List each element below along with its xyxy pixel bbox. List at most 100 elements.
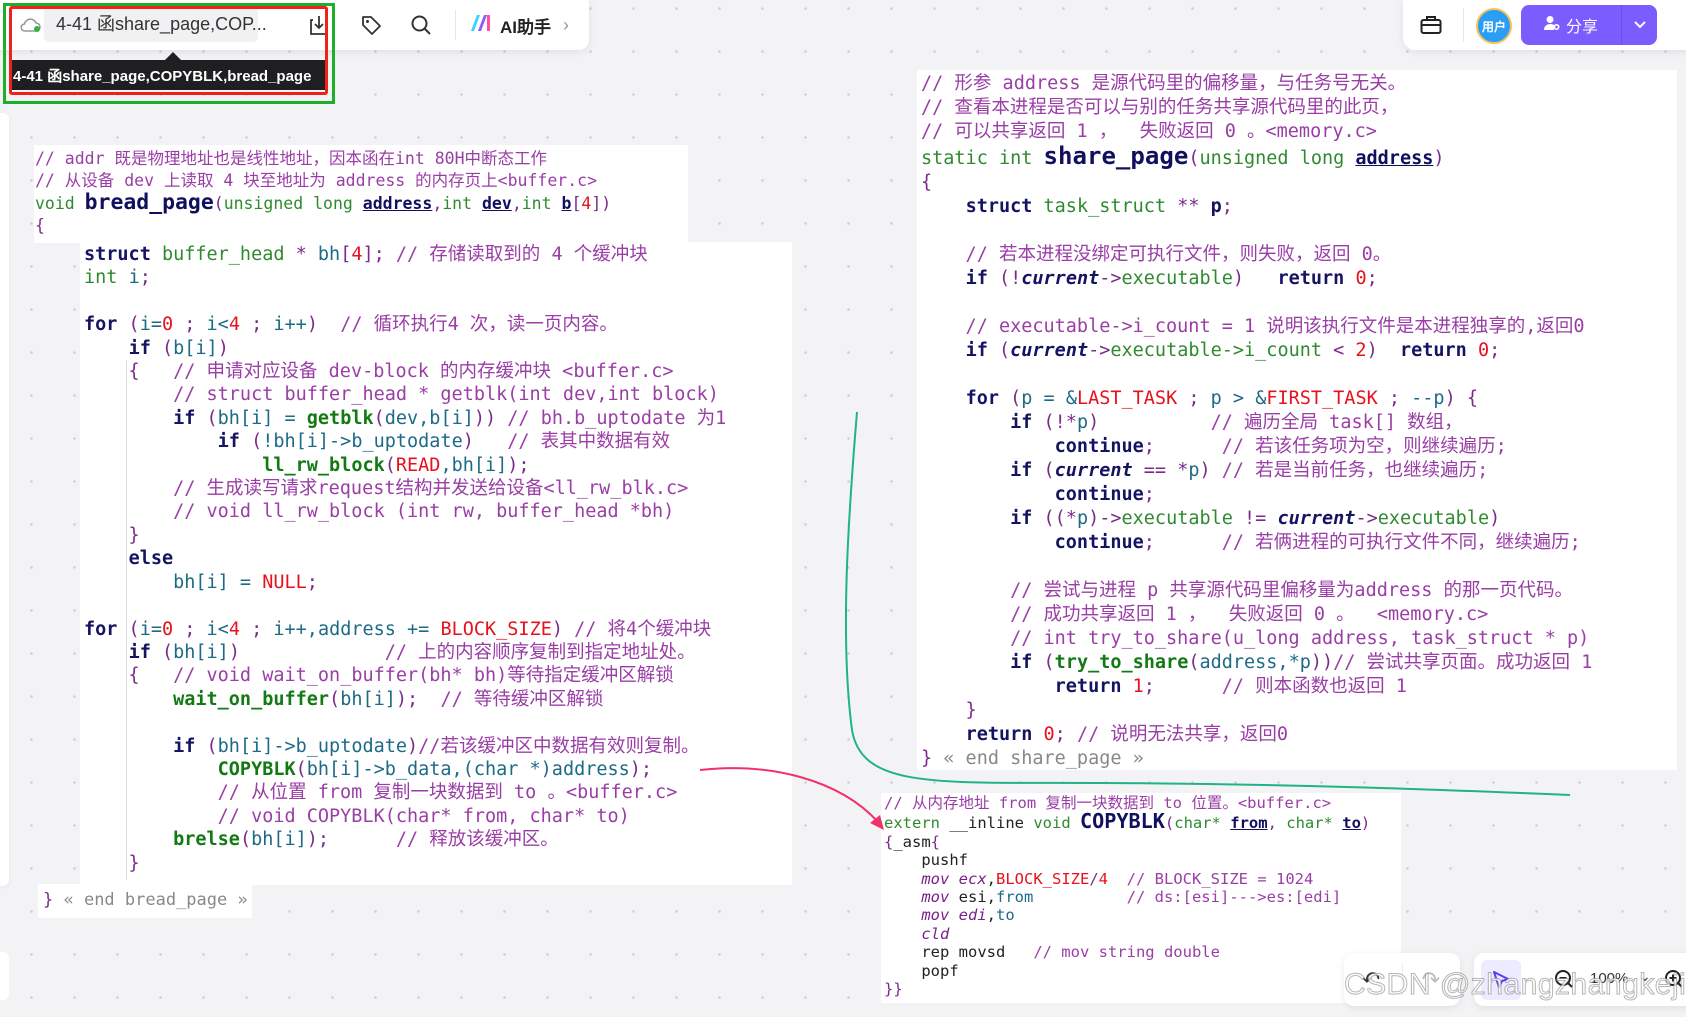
code-token: FIRST_TASK	[1266, 388, 1378, 409]
code-token: bh[i]->b_uptodate	[217, 735, 408, 757]
code-token: for	[965, 388, 999, 409]
code-token: 0	[1043, 724, 1055, 745]
code-token: )	[1232, 268, 1278, 289]
code-token: int	[84, 267, 129, 289]
code-line: // 从设备 dev 上读取 4 块至地址为 address 的内存页上<buf…	[35, 170, 611, 192]
share-dropdown-button[interactable]	[1621, 5, 1657, 45]
bread-page-end-code: } « end bread_page »	[43, 889, 248, 912]
code-token: int	[521, 194, 562, 213]
code-line: // 若本进程没绑定可执行文件，则失败，返回 0。	[921, 243, 1592, 267]
code-line: int i;	[84, 266, 726, 289]
code-token: ;	[1143, 436, 1222, 457]
code-token: getblk	[306, 407, 374, 429]
code-token: (	[1032, 460, 1055, 481]
code-token: *	[295, 244, 318, 265]
code-line: // 成功共享返回 1 ， 失败返回 0 。 <memory.c>	[921, 603, 1592, 627]
code-token: ;	[173, 314, 207, 336]
code-token: to	[1342, 814, 1361, 833]
code-token: unsigned long	[223, 194, 363, 213]
code-line: // 尝试与进程 p 共享源代码里偏移量为address 的那一页代码。	[921, 579, 1592, 603]
code-line: rep movsd // mov string double	[884, 943, 1370, 961]
code-token: )	[1489, 508, 1501, 529]
ai-assistant-button[interactable]: AI助手 ›	[470, 8, 580, 42]
code-line: // 生成读写请求request结构并发送给设备<ll_rw_blk.c>	[84, 477, 726, 500]
code-token: (	[150, 337, 174, 359]
code-token: COPYBLK	[1080, 809, 1165, 834]
code-comment: // 则本函数也返回 1	[1221, 676, 1407, 697]
code-token: --p	[1411, 388, 1445, 409]
code-comment: // addr 既是物理地址也是线性地址，因本函在int 80H中断态工作	[35, 149, 548, 168]
code-line: // void ll_rw_block (int rw, buffer_head…	[84, 500, 726, 523]
code-token: char*	[1286, 814, 1343, 833]
code-token: )	[1433, 148, 1445, 169]
code-line: continue; // 若该任务项为空，则继续遍历;	[921, 435, 1592, 459]
code-token: BLOCK_SIZE	[996, 869, 1090, 888]
code-token: bh	[317, 244, 341, 265]
code-comment: // 表其中数据有效	[507, 431, 671, 453]
code-token: if	[128, 641, 151, 663]
code-token: )	[407, 735, 419, 757]
code-token: }	[921, 748, 944, 769]
code-token: for	[84, 618, 118, 640]
code-line: struct buffer_head * bh[4]; // 存储读取到的 4 …	[84, 243, 726, 266]
code-token: unsigned long	[1199, 148, 1356, 169]
code-token: brelse	[173, 829, 240, 851]
share-button[interactable]: 分享	[1521, 5, 1621, 45]
code-token: void	[1033, 814, 1080, 833]
code-comment: // 遍历全局 task[] 数组，	[1210, 412, 1463, 433]
code-comment: // 生成读写请求request结构并发送给设备<ll_rw_blk.c>	[84, 478, 689, 500]
code-line: // 形参 address 是源代码里的偏移量，与任务号无关。	[921, 72, 1592, 96]
code-token: 0	[161, 618, 174, 640]
code-token: (	[329, 688, 341, 710]
code-token: {	[35, 216, 45, 235]
code-token: if	[1010, 460, 1033, 481]
code-comment: // 等待缓冲区解锁	[440, 688, 604, 710]
collab-toolbar: 用户 分享	[1403, 0, 1686, 50]
code-token: BLOCK_SIZE	[440, 618, 552, 640]
avatar[interactable]: 用户	[1476, 8, 1512, 44]
code-token: );	[395, 688, 441, 710]
code-token: ((*	[1032, 508, 1077, 529]
code-comment: // 申请对应设备 dev-block 的内存缓冲块 <buffer.c>	[173, 361, 674, 383]
code-line: if (try_to_share(address,*p))// 尝试共享页面。成…	[921, 651, 1592, 675]
code-comment: // 释放该缓冲区。	[395, 829, 559, 851]
code-comment: //若该缓冲区中数据有效则复制。	[418, 735, 700, 757]
code-token: ;	[1177, 388, 1211, 409]
search-icon[interactable]	[408, 12, 434, 38]
chevron-down-icon	[1633, 16, 1646, 34]
code-token: task_struct	[1032, 196, 1178, 217]
tag-icon[interactable]	[358, 12, 384, 38]
toolbox-icon[interactable]	[1417, 11, 1445, 39]
code-line: for (i=0 ; i<4 ; i++,address += BLOCK_SI…	[84, 618, 726, 641]
code-token: ,	[1267, 814, 1287, 833]
left-sidebar-edge-lower	[0, 952, 9, 1000]
code-token: bh[i]->b_data,(char *)address	[306, 758, 630, 780]
code-line: // 查看本进程是否可以与别的任务共享源代码里的此页，	[921, 96, 1592, 120]
code-token: ))	[473, 407, 508, 429]
code-token: address,*p	[1199, 652, 1311, 673]
code-line: }	[84, 852, 726, 875]
code-token: }}	[884, 980, 903, 999]
code-line: mov ecx,BLOCK_SIZE/4 // BLOCK_SIZE = 102…	[884, 870, 1370, 888]
code-line: {	[921, 171, 1592, 195]
code-token: ];	[362, 244, 396, 265]
code-line: if (b[i])	[84, 337, 726, 360]
code-token: }	[43, 890, 64, 910]
code-token: )	[1088, 412, 1211, 433]
code-token: (	[150, 641, 174, 663]
code-token: bh[i] =	[173, 571, 263, 593]
code-token: 4	[351, 244, 363, 265]
code-comment: // 成功共享返回 1 ， 失败返回 0 。 <memory.c>	[921, 604, 1489, 625]
code-token: ;	[173, 618, 207, 640]
code-token: ;	[239, 314, 274, 336]
code-comment: // void wait_on_buffer(bh* bh)等待指定缓冲区解锁	[173, 665, 674, 687]
code-token: extern	[884, 814, 950, 833]
